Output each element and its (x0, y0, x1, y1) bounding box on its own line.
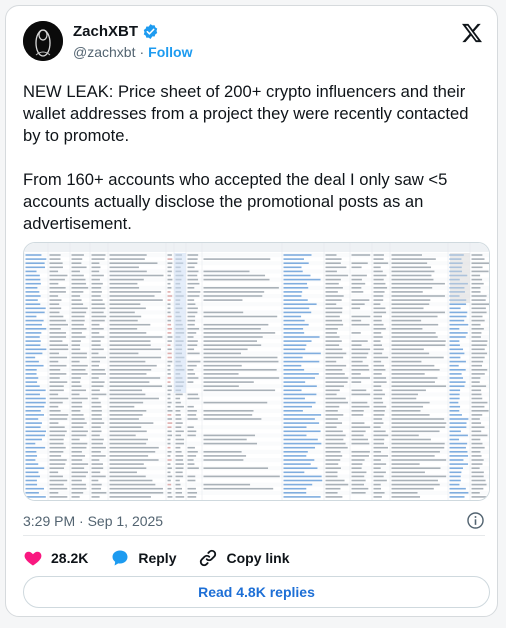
tweet-card: ZachXBT @zachxbt · Follow NEW LEAK: Pric… (5, 5, 498, 617)
copy-link-button[interactable]: Copy link (198, 548, 290, 568)
follow-button[interactable]: Follow (148, 44, 192, 60)
tweet-text: NEW LEAK: Price sheet of 200+ crypto inf… (23, 82, 469, 233)
spreadsheet-screenshot (24, 243, 489, 500)
handle[interactable]: @zachxbt (73, 44, 135, 60)
x-logo-icon[interactable] (461, 23, 483, 48)
action-bar: 28.2K Reply Copy link (23, 546, 312, 570)
reply-icon (110, 548, 130, 568)
link-icon (198, 548, 218, 568)
like-button[interactable]: 28.2K (23, 548, 88, 568)
like-count: 28.2K (51, 550, 89, 566)
tweet-header: ZachXBT @zachxbt · Follow (23, 21, 485, 67)
display-name[interactable]: ZachXBT (73, 23, 138, 40)
tweet-media-image[interactable] (23, 242, 490, 501)
read-replies-button[interactable]: Read 4.8K replies (23, 576, 490, 608)
info-icon[interactable] (466, 511, 485, 535)
reply-label: Reply (138, 550, 177, 566)
copy-link-label: Copy link (226, 550, 290, 566)
heart-icon (23, 548, 43, 568)
timestamp[interactable]: 3:29 PM · Sep 1, 2025 (23, 513, 163, 529)
separator: · (139, 44, 145, 60)
reply-button[interactable]: Reply (110, 548, 176, 568)
avatar[interactable] (23, 21, 63, 61)
divider (23, 535, 485, 536)
verified-badge-icon (142, 23, 159, 40)
